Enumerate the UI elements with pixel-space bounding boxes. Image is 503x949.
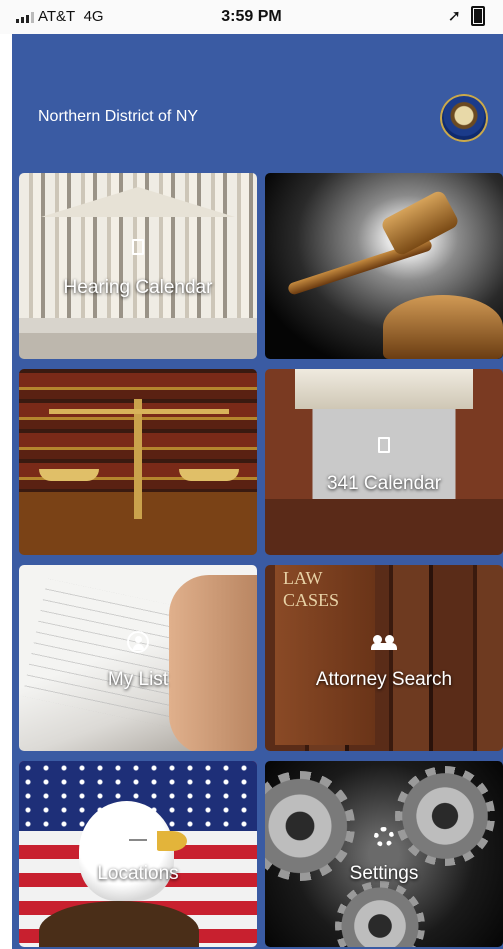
page-title: Northern District of NY <box>38 108 199 125</box>
tile-label-settings: Settings <box>349 863 419 884</box>
hand-with-pen-image <box>169 575 257 751</box>
header-bar: Northern District of NY <box>12 34 503 168</box>
calendar-icon <box>378 437 390 453</box>
tile-attorney-search[interactable]: LAW CASES Attorney Search <box>265 565 503 751</box>
gears-image <box>395 766 495 866</box>
law-cases-text: LAW CASES <box>283 568 340 610</box>
tile-hearing-calendar[interactable]: Hearing Calendar <box>19 173 257 359</box>
eagle-image <box>79 801 174 901</box>
status-bar: AT&T 4G 3:59 PM ➚ <box>0 0 503 34</box>
us-seal-icon[interactable] <box>440 94 488 142</box>
status-time: 3:59 PM <box>221 8 282 25</box>
tile-label-my-list: My List <box>107 669 169 690</box>
tile-my-list[interactable]: My List <box>19 565 257 751</box>
tile-settings[interactable]: Settings <box>265 761 503 947</box>
gear-icon <box>374 827 394 847</box>
courtroom-image <box>295 369 473 409</box>
tile-label-attorney-search: Attorney Search <box>315 669 453 690</box>
users-icon <box>371 635 397 650</box>
battery-icon <box>471 6 485 26</box>
tile-locations[interactable]: Locations <box>19 761 257 947</box>
courthouse-image <box>41 187 235 217</box>
calendar-icon <box>132 239 144 255</box>
gears-image <box>335 881 425 947</box>
tile-gavel[interactable] <box>265 173 503 359</box>
tile-label-hearing-calendar: Hearing Calendar <box>63 277 213 298</box>
envelope-icon <box>127 831 149 845</box>
tile-label-locations: Locations <box>97 863 179 884</box>
scales-pan-left <box>39 469 99 481</box>
location-arrow-icon: ➚ <box>447 8 461 25</box>
tile-scales[interactable] <box>19 369 257 555</box>
user-icon <box>127 631 149 653</box>
tile-label-341-calendar: 341 Calendar <box>326 473 442 494</box>
scales-image <box>134 399 142 519</box>
tile-341-calendar[interactable]: 341 Calendar <box>265 369 503 555</box>
eagle-body-image <box>39 901 199 947</box>
sound-block-image <box>383 295 503 359</box>
app-screen: Northern District of NY Hearing Calendar… <box>12 34 503 949</box>
scales-beam <box>49 409 229 414</box>
scales-pan-right <box>179 469 239 481</box>
eagle-beak-image <box>157 831 187 851</box>
